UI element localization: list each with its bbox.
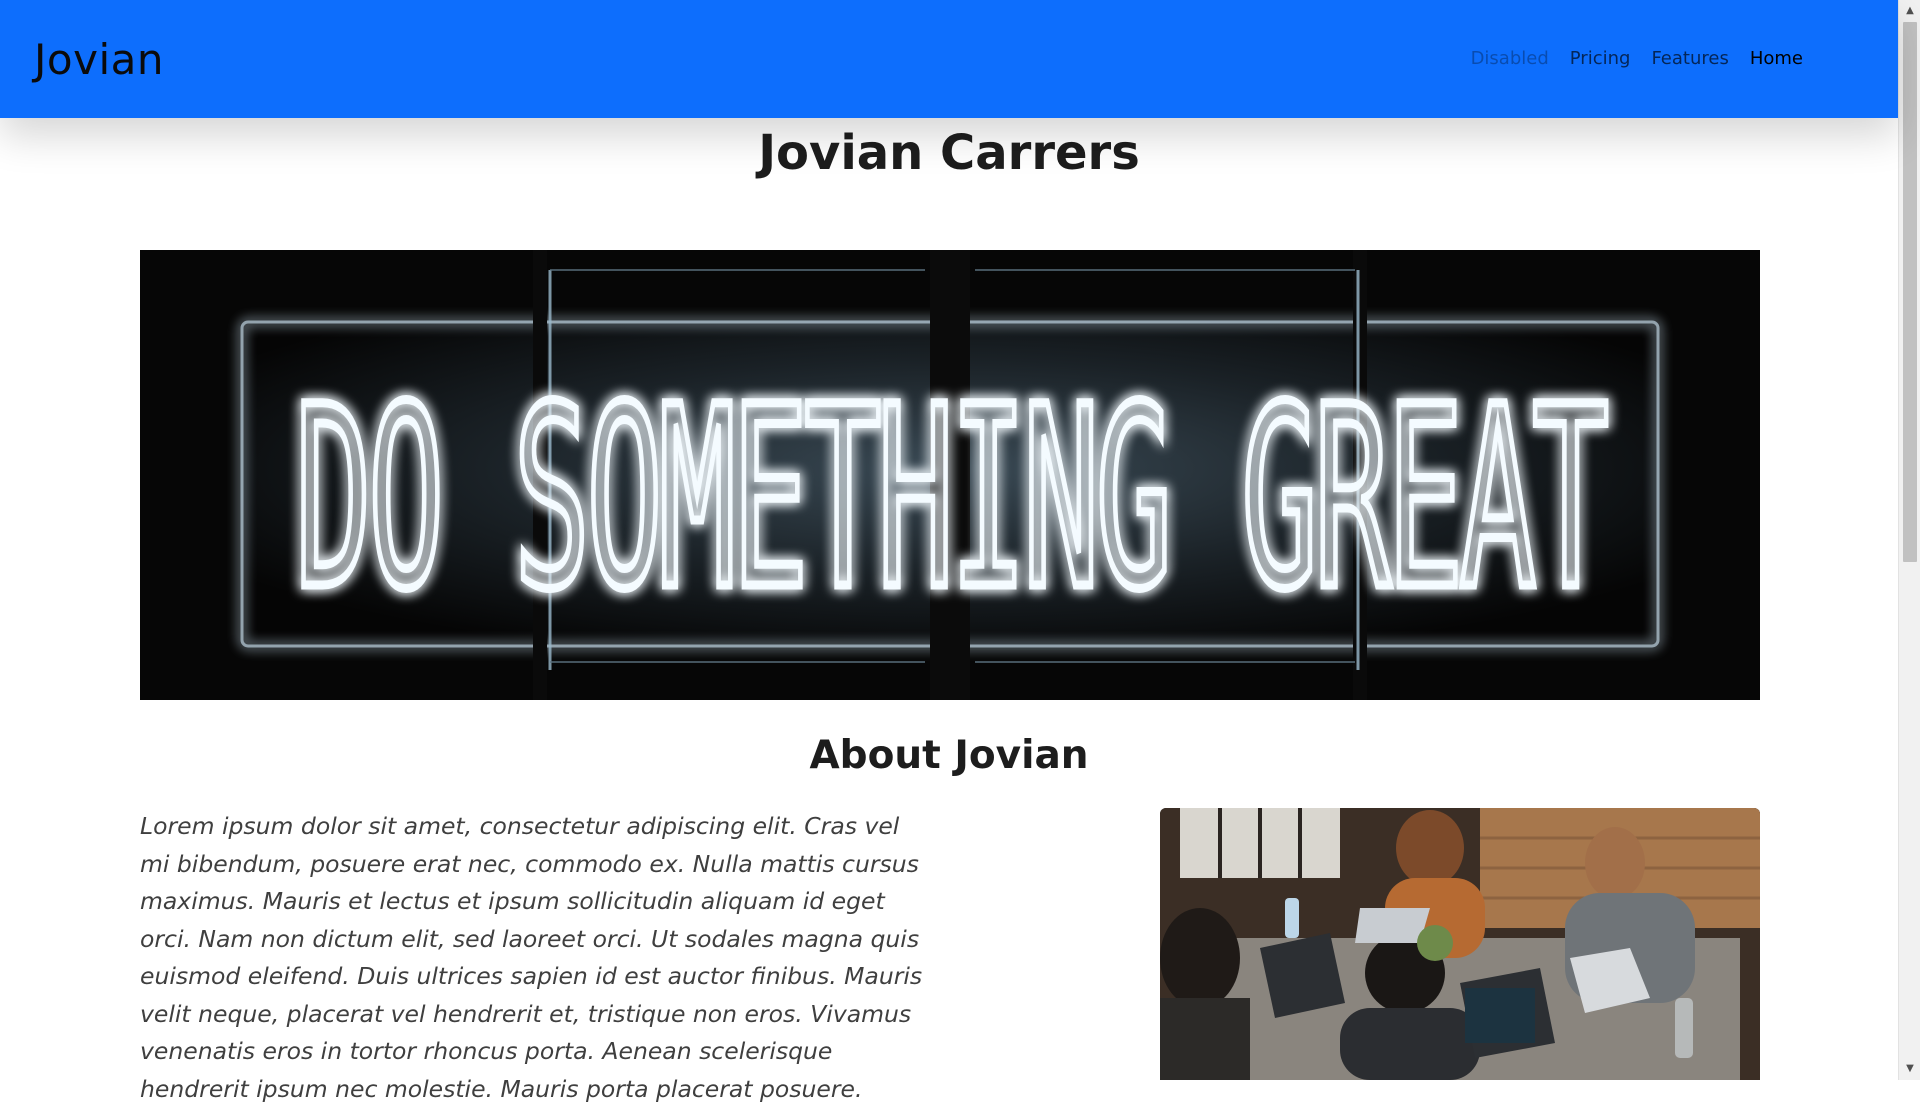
scroll-down-arrow-icon[interactable]: ▼ <box>1899 1060 1920 1078</box>
nav-link-home[interactable]: Home <box>1750 44 1803 74</box>
nav-link-disabled: Disabled <box>1470 48 1549 69</box>
page-scrollbar[interactable]: ▲ ▼ <box>1898 0 1920 1080</box>
page-title: Jovian Carrers <box>758 125 1140 181</box>
about-paragraph: Lorem ipsum dolor sit amet, consectetur … <box>140 812 923 1103</box>
hero-neon-sign-image: DO SOMETHING GREAT <box>140 250 1760 700</box>
neon-sign-text: DO SOMETHING GREAT <box>295 353 1606 644</box>
brand-logo-link[interactable]: Jovian <box>34 30 164 90</box>
scroll-up-arrow-icon[interactable]: ▲ <box>1899 2 1920 20</box>
nav-link-pricing[interactable]: Pricing <box>1570 44 1631 74</box>
nav-links: Disabled Pricing Features Home <box>1471 44 1803 74</box>
top-navbar: Jovian Disabled Pricing Features Home <box>0 0 1898 118</box>
scrollbar-thumb[interactable] <box>1903 22 1917 562</box>
nav-link-features[interactable]: Features <box>1651 44 1728 74</box>
team-working-photo <box>1160 808 1760 1080</box>
about-heading: About Jovian <box>809 733 1089 778</box>
